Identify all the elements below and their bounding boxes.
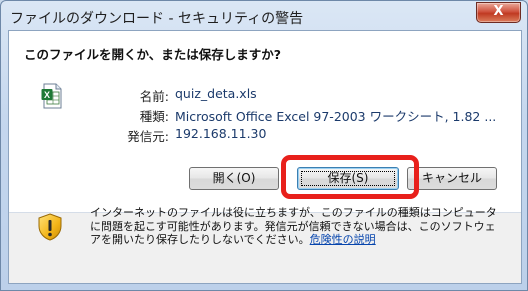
source-field-label-cell: 発信元:	[9, 126, 169, 144]
warning-message: インターネットのファイルは役に立ちますが、このファイルの種類はコンピュータに問題…	[90, 206, 504, 247]
source-value: 192.168.11.30	[175, 126, 267, 141]
title-bar[interactable]: ファイルのダウンロード - セキュリティの警告 X	[1, 1, 527, 31]
open-button[interactable]: 開く(O)	[189, 167, 279, 190]
window-title: ファイルのダウンロード - セキュリティの警告	[10, 11, 304, 27]
name-field-label-cell: 名前:	[9, 86, 169, 104]
warning-text: インターネットのファイルは役に立ちますが、このファイルの種類はコンピュータに問題…	[90, 206, 497, 247]
source-label: 発信元:	[127, 129, 169, 144]
download-security-dialog: ファイルのダウンロード - セキュリティの警告 X このファイルを開くか、または…	[0, 0, 528, 291]
file-name-value: quiz_deta.xls	[175, 86, 257, 101]
close-button[interactable]: X	[476, 2, 521, 23]
close-icon: X	[493, 4, 504, 19]
source-field-value-cell: 192.168.11.30	[175, 126, 266, 141]
name-label: 名前:	[139, 89, 169, 104]
name-field-value-cell: quiz_deta.xls	[175, 86, 257, 101]
risk-explanation-link[interactable]: 危険性の説明	[310, 233, 376, 246]
cancel-button-label: キャンセル	[421, 171, 482, 185]
open-button-label: 開く(O)	[212, 171, 256, 185]
type-field-value-cell: Microsoft Office Excel 97-2003 ワークシート, 1…	[175, 106, 496, 125]
cancel-button[interactable]: キャンセル	[407, 167, 497, 190]
annotation-highlight-box	[281, 155, 419, 199]
type-label: 種類:	[139, 109, 169, 124]
file-type-value: Microsoft Office Excel 97-2003 ワークシート, 1…	[175, 109, 497, 124]
shield-warning-icon	[38, 213, 62, 241]
type-field-label-cell: 種類:	[9, 106, 169, 124]
dialog-question: このファイルを開くか、または保存しますか?	[24, 47, 282, 62]
